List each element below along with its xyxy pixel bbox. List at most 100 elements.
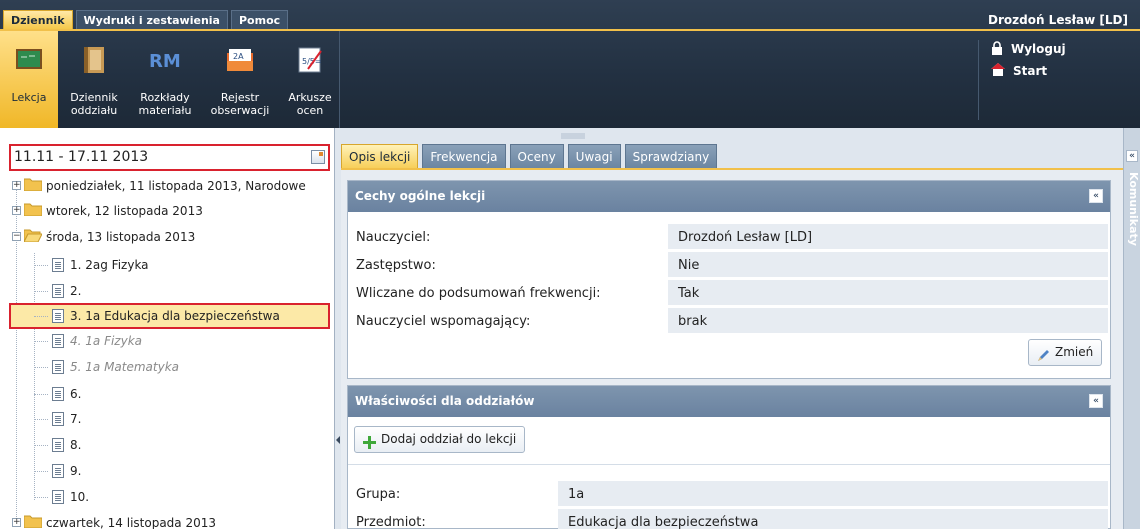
folder-open-icon bbox=[24, 229, 42, 242]
tree-day-label: czwartek, 14 listopada 2013 bbox=[46, 516, 217, 529]
tree-lesson-item-selected[interactable]: 3. 1a Edukacja dla bezpieczeństwa bbox=[12, 304, 312, 328]
tree-lesson-item[interactable]: 6. bbox=[12, 382, 312, 406]
tree-lesson-label: 5. 1a Matematyka bbox=[70, 360, 180, 374]
tab-sprawdziany[interactable]: Sprawdziany bbox=[624, 144, 718, 168]
expand-plus-icon[interactable]: + bbox=[12, 206, 21, 215]
folder-register-icon: 2A bbox=[226, 47, 254, 73]
tab-oceny[interactable]: Oceny bbox=[509, 144, 564, 168]
tool-lekcja-button[interactable]: Lekcja bbox=[0, 31, 58, 128]
tree-day-item[interactable]: + czwartek, 14 listopada 2013 bbox=[12, 511, 332, 529]
tool-arkusze-label: Arkusze ocen bbox=[288, 91, 332, 117]
date-range-field[interactable]: 11.11 - 17.11 2013 bbox=[9, 144, 330, 171]
tab-content: Cechy ogólne lekcji « Nauczyciel: Drozdo… bbox=[341, 170, 1123, 529]
tree-day-item[interactable]: − środa, 13 listopada 2013 bbox=[12, 225, 332, 249]
change-button-label: Zmień bbox=[1055, 345, 1094, 359]
tree-lesson-item[interactable]: 4. 1a Fizyka bbox=[12, 329, 312, 353]
add-icon bbox=[363, 433, 376, 449]
tree-lesson-item[interactable]: 5. 1a Matematyka bbox=[12, 355, 312, 379]
tree-lesson-label: 7. bbox=[70, 412, 82, 426]
lesson-tree-panel: 11.11 - 17.11 2013 + poniedziałek, 11 li… bbox=[0, 128, 335, 529]
field-label: Wliczane do podsumowań frekwencji: bbox=[356, 286, 601, 301]
document-icon bbox=[52, 309, 64, 323]
messages-collapsed-panel[interactable]: « Komunikaty bbox=[1123, 128, 1140, 529]
start-link[interactable]: Start bbox=[991, 62, 1140, 80]
pencil-icon bbox=[1037, 346, 1050, 361]
document-icon bbox=[52, 258, 64, 272]
book-icon bbox=[80, 47, 108, 73]
tool-dziennik-oddzialu-label: Dziennik oddziału bbox=[70, 91, 118, 117]
tree-lesson-item[interactable]: 7. bbox=[12, 407, 312, 431]
chalkboard-icon bbox=[15, 47, 43, 73]
tree-lesson-item[interactable]: 10. bbox=[12, 485, 312, 509]
tool-rozklady-button[interactable]: RM Rozkłady materiału bbox=[130, 31, 200, 128]
add-division-button[interactable]: Dodaj oddział do lekcji bbox=[354, 426, 526, 453]
register-icon-text: 2A bbox=[233, 52, 244, 61]
tree-lesson-item[interactable]: 8. bbox=[12, 433, 312, 457]
document-icon bbox=[52, 360, 64, 374]
tool-rozklady-label: Rozkłady materiału bbox=[138, 91, 192, 117]
menu-tab-dziennik[interactable]: Dziennik bbox=[3, 10, 73, 29]
general-section: Cechy ogólne lekcji « Nauczyciel: Drozdo… bbox=[347, 180, 1111, 379]
change-button[interactable]: Zmień bbox=[1028, 339, 1103, 366]
date-range-text: 11.11 - 17.11 2013 bbox=[14, 149, 149, 165]
collapse-general-button[interactable]: « bbox=[1089, 189, 1103, 203]
tree-lesson-label: 1. 2ag Fizyka bbox=[70, 258, 149, 272]
collapse-left-icon[interactable] bbox=[336, 436, 340, 444]
tab-opis-lekcji[interactable]: Opis lekcji bbox=[341, 144, 419, 168]
document-icon bbox=[52, 464, 64, 478]
menu-tab-pomoc[interactable]: Pomoc bbox=[230, 10, 289, 29]
menu-tabs: Dziennik Wydruki i zestawienia Pomoc bbox=[3, 10, 289, 29]
tree-lesson-label: 2. bbox=[70, 284, 82, 298]
home-icon bbox=[991, 63, 1005, 79]
tree-lesson-item[interactable]: 9. bbox=[12, 459, 312, 483]
tree-lesson-label: 8. bbox=[70, 438, 82, 452]
tool-rejestr-button[interactable]: 2A Rejestr obserwacji bbox=[200, 31, 280, 128]
teacher-value: Drozdoń Lesław [LD] bbox=[668, 224, 1108, 249]
rm-icon-text: RM bbox=[149, 51, 181, 72]
tree-day-item[interactable]: + poniedziałek, 11 listopada 2013, Narod… bbox=[12, 174, 332, 198]
rm-icon: RM bbox=[149, 47, 181, 73]
attendance-summary-value: Tak bbox=[668, 280, 1108, 305]
expand-messages-button[interactable]: « bbox=[1126, 150, 1138, 162]
start-label: Start bbox=[1013, 64, 1048, 78]
expand-plus-icon[interactable]: + bbox=[12, 181, 21, 190]
logout-label: Wyloguj bbox=[1011, 42, 1066, 56]
tree-day-label: poniedziałek, 11 listopada 2013, Narodow… bbox=[46, 179, 306, 193]
grades-sheet-icon: 5/5= bbox=[296, 47, 324, 73]
divisions-section: Właściwości dla oddziałów « Dodaj oddzia… bbox=[347, 385, 1111, 529]
tree-lesson-item[interactable]: 2. bbox=[12, 279, 312, 303]
tool-arkusze-button[interactable]: 5/5= Arkusze ocen bbox=[280, 31, 340, 128]
tab-uwagi[interactable]: Uwagi bbox=[567, 144, 621, 168]
account-links: Wyloguj Start bbox=[978, 40, 1140, 120]
assistant-teacher-value: brak bbox=[668, 308, 1108, 333]
tree-lesson-item[interactable]: 1. 2ag Fizyka bbox=[12, 253, 312, 277]
tree-lesson-label: 3. 1a Edukacja dla bezpieczeństwa bbox=[70, 309, 280, 323]
lock-icon bbox=[991, 40, 1003, 58]
toolbar: Lekcja Dziennik oddziału RM Rozkłady mat… bbox=[0, 31, 340, 128]
field-label: Nauczyciel wspomagający: bbox=[356, 314, 531, 329]
calendar-icon[interactable] bbox=[311, 150, 325, 164]
menu-tab-wydruki[interactable]: Wydruki i zestawienia bbox=[75, 10, 228, 29]
document-icon bbox=[52, 387, 64, 401]
tree-lesson-label: 6. bbox=[70, 387, 82, 401]
tree-day-item[interactable]: + wtorek, 12 listopada 2013 bbox=[12, 199, 332, 223]
tree-lesson-label: 4. 1a Fizyka bbox=[70, 334, 143, 348]
document-icon bbox=[52, 438, 64, 452]
collapse-divisions-button[interactable]: « bbox=[1089, 394, 1103, 408]
logout-link[interactable]: Wyloguj bbox=[991, 40, 1140, 58]
group-value: 1a bbox=[558, 481, 1108, 506]
collapse-top-handle[interactable] bbox=[561, 133, 585, 139]
tool-rejestr-label: Rejestr obserwacji bbox=[210, 91, 270, 117]
folder-icon bbox=[24, 178, 42, 191]
tool-dziennik-oddzialu-button[interactable]: Dziennik oddziału bbox=[58, 31, 130, 128]
document-icon bbox=[52, 490, 64, 504]
document-icon bbox=[52, 334, 64, 348]
tree-lesson-label: 9. bbox=[70, 464, 82, 478]
expand-plus-icon[interactable]: + bbox=[12, 518, 21, 527]
tab-frekwencja[interactable]: Frekwencja bbox=[422, 144, 506, 168]
field-row: Wliczane do podsumowań frekwencji: Tak bbox=[354, 280, 1108, 307]
subject-value: Edukacja dla bezpieczeństwa bbox=[558, 509, 1108, 529]
collapse-minus-icon[interactable]: − bbox=[12, 232, 21, 241]
folder-icon bbox=[24, 203, 42, 216]
field-row: Grupa: 1a bbox=[354, 481, 1108, 508]
